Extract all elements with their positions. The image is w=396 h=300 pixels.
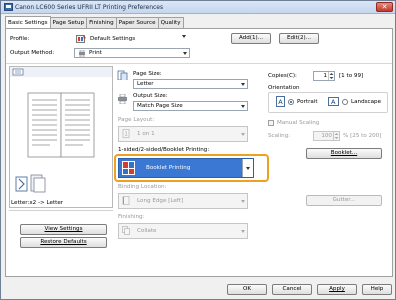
scaling-input[interactable]: 100 [313,131,340,141]
cancel-button[interactable]: Cancel [272,284,312,295]
help-button[interactable]: Help [362,284,392,295]
preview-caption: Letter:x2 -> Letter [11,200,64,206]
copies-range: [1 to 99] [339,73,364,79]
title-bar: Canon LC600 Series UFRII LT Printing Pre… [1,1,395,14]
page-layout-icon [12,68,24,76]
binding-icon [122,196,130,205]
manual-scaling-checkbox[interactable] [268,120,274,126]
printing-type-label: 1-sided/2-sided/Booklet Printing: [118,147,210,153]
page-size-icon [117,70,128,80]
layout-preview [9,66,113,208]
portrait-label: Portrait [297,99,318,105]
landscape-icon: A [328,97,339,106]
window-title: Canon LC600 Series UFRII LT Printing Pre… [15,4,164,11]
landscape-radio[interactable] [342,99,348,105]
svg-text:A: A [331,98,336,106]
scaling-value: 100 [321,133,332,139]
profile-dropdown-arrow[interactable] [182,35,186,38]
copies-value: 1 [323,73,327,79]
tab-basic-settings[interactable]: Basic Settings [5,16,51,28]
print-icon [79,50,85,57]
portrait-icon: A [276,96,285,107]
profile-edit-button[interactable]: Edit(2)... [279,33,319,44]
page-layout-select[interactable]: 1 1 on 1 [118,126,248,142]
ok-button[interactable]: OK [227,284,267,295]
svg-text:A: A [278,98,283,106]
close-button[interactable]: ✕ [376,2,393,12]
binding-location-label: Binding Location: [118,184,167,190]
printing-type-dropdown[interactable] [242,159,253,177]
binding-location-select[interactable]: Long Edge [Left] [118,193,248,209]
output-method-select[interactable]: Print [74,48,190,58]
copies-input[interactable]: 1 [313,71,335,81]
tab-quality[interactable]: Quality [157,17,184,28]
finishing-label: Finishing: [118,214,145,220]
manual-scaling-label: Manual Scaling [277,120,320,126]
page-size-value: Letter [137,81,154,87]
printing-type-value: Booklet Printing [146,165,191,171]
output-size-icon [118,94,127,104]
page-layout-label: Page Layout: [118,117,155,123]
landscape-label: Landscape [351,99,382,105]
spin-updown-icon[interactable] [333,132,339,140]
portrait-radio[interactable] [288,99,294,105]
orientation-label: Orientation [268,85,300,91]
profile-label: Profile: [10,36,30,42]
tab-finishing[interactable]: Finishing [86,17,117,28]
binding-location-value: Long Edge [Left] [137,198,184,204]
tab-paper-source[interactable]: Paper Source [115,17,159,28]
scaling-label: Scaling: [268,133,291,139]
view-settings-button[interactable]: View Settings [20,224,107,235]
profile-add-button[interactable]: Add(1)... [231,33,271,44]
gutter-button[interactable]: Gutter... [306,195,382,206]
divider [9,210,113,211]
booklet-preview-image [10,67,112,193]
divider [6,63,392,64]
basic-settings-panel: Profile: Default Settings Add(1)... Edit… [5,28,393,277]
collate-icon [122,226,130,235]
page-size-label: Page Size: [133,71,162,77]
output-method-label: Output Method: [10,50,55,56]
booklet-icon [122,161,135,175]
finishing-value: Collate [137,228,157,234]
chevron-down-icon [246,167,250,170]
svg-text:1: 1 [125,132,128,138]
chevron-down-icon [183,52,187,55]
output-size-select[interactable]: Match Page Size [133,101,248,111]
booklet-button[interactable]: Booklet... [306,148,382,159]
finishing-select[interactable]: Collate [118,223,248,239]
chevron-down-icon [241,200,245,203]
tab-strip: Basic Settings Page Setup Finishing Pape… [5,16,184,28]
chevron-down-icon [241,230,245,233]
output-size-label: Output Size: [133,93,168,99]
page-size-select[interactable]: Letter [133,79,248,89]
scaling-range: % [25 to 200] [343,133,382,139]
page-layout-value: 1 on 1 [137,131,155,137]
chevron-down-icon [241,133,245,136]
printer-status-icons [15,174,46,193]
restore-defaults-button[interactable]: Restore Defaults [20,237,107,248]
profile-value: Default Settings [90,36,136,42]
apply-button[interactable]: Apply [317,284,357,295]
copies-label: Copies(C): [268,73,297,79]
printing-preferences-window: Canon LC600 Series UFRII LT Printing Pre… [0,0,396,300]
output-method-value: Print [89,50,102,56]
chevron-down-icon [241,105,245,108]
spin-updown-icon[interactable] [328,72,334,80]
printing-type-select[interactable]: Booklet Printing [118,158,254,178]
page-layout-icon: 1 [122,129,130,138]
chevron-down-icon [241,83,245,86]
output-size-value: Match Page Size [137,103,183,109]
tab-page-setup[interactable]: Page Setup [49,17,88,28]
printer-app-icon [4,3,13,11]
profile-icon [76,35,86,43]
